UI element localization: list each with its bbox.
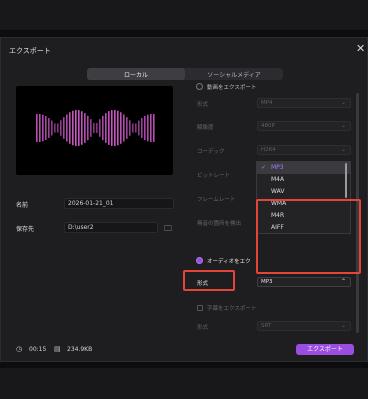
waveform-bar (108, 111, 110, 145)
waveform-bar (150, 113, 152, 143)
checkmark-icon: ✓ (261, 164, 267, 171)
waveform-bar (45, 116, 47, 140)
waveform-bar (102, 115, 104, 141)
save-location-input[interactable]: D:\user2 (64, 222, 158, 233)
waveform-bar (60, 120, 62, 136)
waveform-bar (66, 114, 68, 142)
dropdown-scrollbar[interactable] (345, 163, 347, 198)
setting-select-format[interactable]: MP4 ⌄ (257, 98, 351, 108)
waveform-bar (81, 111, 83, 145)
close-icon[interactable]: ✕ (356, 43, 365, 54)
setting-select-resolution[interactable]: 480P ⌄ (257, 121, 351, 131)
setting-label-framerate: フレームレート (197, 197, 236, 203)
file-size-icon: ▤ (54, 345, 61, 353)
highlight-format-box (183, 270, 235, 291)
waveform-bar (72, 110, 74, 146)
waveform-bar (132, 123, 134, 133)
folder-icon[interactable]: 🗀 (164, 223, 172, 237)
subtitle-export-label: 字幕をエクスポート (207, 306, 257, 312)
tab-local[interactable]: ローカル (87, 68, 185, 80)
dropdown-option-wav[interactable]: WAV (257, 186, 350, 198)
duration-text: 00:15 (29, 346, 47, 353)
waveform-bar (99, 119, 101, 137)
setting-label-codec: コーデック (197, 149, 225, 155)
setting-label-resolution: 解像度 (197, 125, 214, 131)
video-export-radio[interactable] (196, 83, 203, 90)
dialog-title: エクスポート (9, 47, 51, 55)
subtitle-format-label: 形式 (197, 325, 209, 331)
waveform-bar (39, 113, 41, 143)
subtitle-export-checkbox[interactable] (197, 305, 203, 311)
waveform-bar (141, 118, 143, 138)
tab-bar: ローカル ソーシャルメディア (87, 68, 283, 80)
waveform-bar (126, 117, 128, 139)
clock-icon: ◷ (16, 345, 23, 353)
chevron-down-icon: ⌄ (340, 122, 346, 129)
subtitle-format-select[interactable]: SRT ⌄ (257, 321, 351, 331)
chevron-down-icon: ⌄ (340, 99, 346, 106)
video-export-label: 動画をエクスポート (207, 85, 257, 91)
file-size-text: 234.9KB (67, 346, 93, 353)
audio-export-radio[interactable] (196, 257, 203, 264)
waveform-bar (117, 110, 119, 146)
background-bottom-bar (0, 368, 368, 399)
waveform-bar (144, 116, 146, 140)
setting-label-format: 形式 (197, 102, 209, 108)
chevron-up-icon: ⌃ (340, 278, 346, 285)
waveform-bar (87, 115, 89, 141)
chevron-down-icon: ⌄ (340, 322, 346, 329)
save-location-label: 保存先 (16, 226, 35, 233)
dropdown-option-m4a[interactable]: M4A (257, 174, 350, 186)
waveform-bar (42, 114, 44, 142)
waveform-bar (111, 110, 113, 146)
waveform-bar (78, 110, 80, 146)
highlight-dropdown-box (256, 199, 361, 274)
audio-waveform-preview (16, 86, 173, 175)
name-label: 名前 (16, 202, 29, 209)
waveform-bar (93, 122, 95, 134)
waveform-bar (105, 113, 107, 143)
waveform-graphic (36, 109, 155, 147)
dropdown-option-mp3[interactable]: ✓ MP3 (257, 162, 350, 174)
waveform-bar (123, 114, 125, 142)
waveform-bar (138, 120, 140, 136)
waveform-bar (96, 122, 98, 134)
waveform-bar (57, 123, 59, 133)
waveform-bar (147, 114, 149, 142)
waveform-bar (75, 109, 77, 147)
waveform-bar (114, 109, 116, 147)
waveform-bar (48, 118, 50, 138)
waveform-bar (135, 123, 137, 133)
name-input[interactable]: 2026-01-21_01 (64, 198, 174, 209)
waveform-bar (54, 123, 56, 133)
setting-label-silence: 無音の箇所を検出 (197, 221, 242, 227)
setting-select-codec[interactable]: H264 ⌄ (257, 145, 351, 155)
audio-export-label: オーディオをエク (207, 259, 251, 265)
waveform-bar (153, 113, 155, 143)
tab-social-media[interactable]: ソーシャルメディア (185, 68, 283, 80)
waveform-bar (129, 120, 131, 136)
waveform-bar (90, 119, 92, 137)
waveform-bar (84, 113, 86, 143)
export-button[interactable]: エクスポート (296, 344, 354, 355)
setting-label-bitrate: ビットレート (197, 173, 231, 179)
waveform-bar (51, 120, 53, 136)
waveform-bar (36, 113, 38, 143)
background-top-bar (0, 0, 368, 30)
chevron-down-icon: ⌄ (340, 146, 346, 153)
audio-format-select[interactable]: MP3 ⌃ (257, 277, 351, 287)
waveform-bar (69, 112, 71, 144)
waveform-bar (120, 112, 122, 144)
waveform-bar (63, 117, 65, 139)
